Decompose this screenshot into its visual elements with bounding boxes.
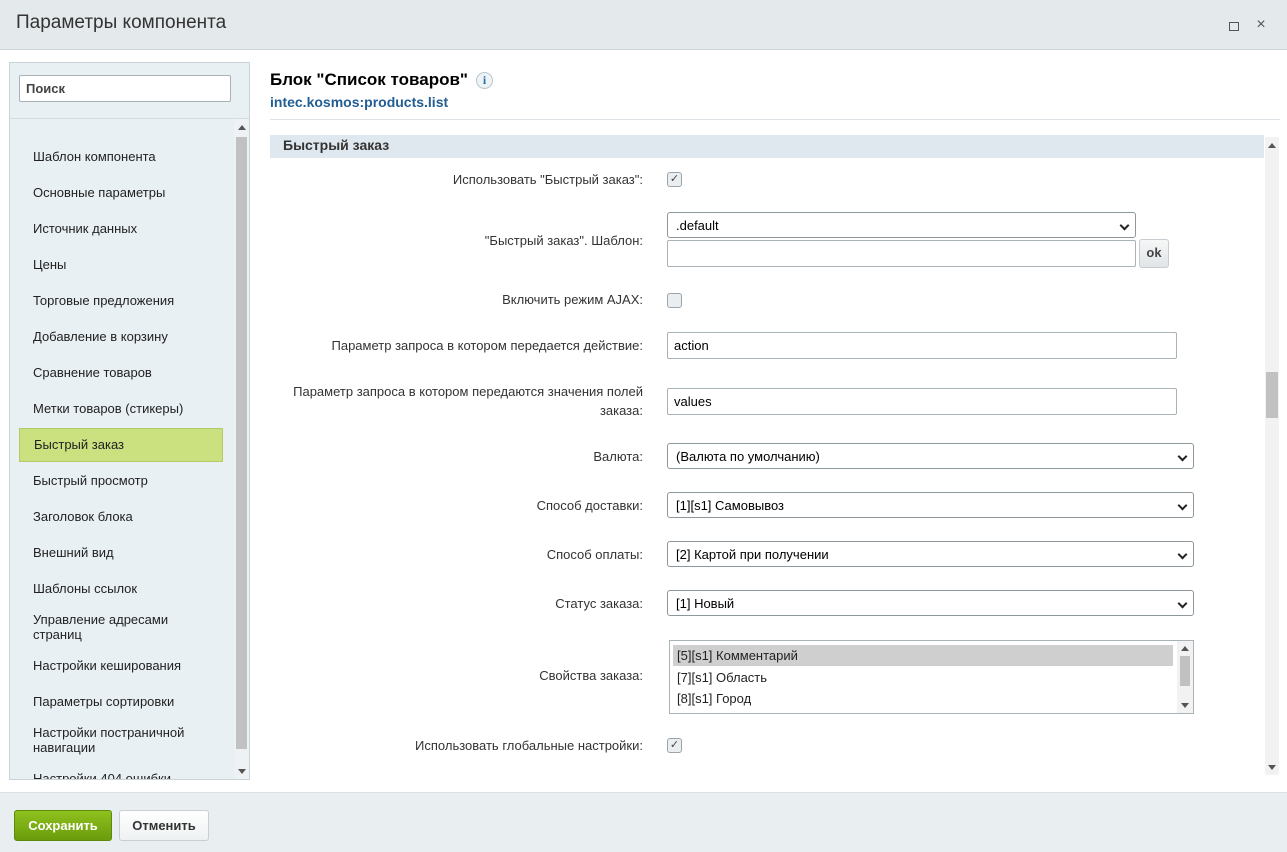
scroll-up-icon[interactable] <box>1181 646 1189 651</box>
quick-order-template-select[interactable]: .default <box>667 212 1136 238</box>
dialog-titlebar: Параметры компонента × <box>0 0 1287 50</box>
sidebar-item-link-templates[interactable]: Шаблоны ссылок <box>19 581 223 596</box>
sidebar-item-data-source[interactable]: Источник данных <box>19 221 223 236</box>
scroll-down-icon[interactable] <box>238 769 246 774</box>
scroll-down-icon[interactable] <box>1181 703 1189 708</box>
main-scroll-thumb[interactable] <box>1266 372 1278 418</box>
currency-label: Валюта: <box>593 449 643 464</box>
action-param-input[interactable]: action <box>667 332 1177 359</box>
sidebar-item-url-management[interactable]: Управление адресами страниц <box>19 612 199 642</box>
sidebar-item-compare[interactable]: Сравнение товаров <box>19 365 223 380</box>
properties-label: Свойства заказа: <box>539 668 643 683</box>
search-input[interactable] <box>19 75 231 102</box>
quick-order-template-label: "Быстрый заказ". Шаблон: <box>484 233 643 248</box>
sidebar-item-template[interactable]: Шаблон компонента <box>19 149 223 164</box>
dialog-title: Параметры компонента <box>16 12 227 33</box>
sidebar-item-basic[interactable]: Основные параметры <box>19 185 223 200</box>
action-param-label: Параметр запроса в котором передается де… <box>331 338 644 353</box>
chevron-down-icon <box>1177 549 1188 560</box>
values-param-input[interactable]: values <box>667 388 1177 415</box>
chevron-down-icon <box>1177 500 1188 511</box>
payment-select[interactable]: [2] Картой при получении <box>667 541 1194 567</box>
list-item[interactable]: [7][s1] Область <box>673 667 1173 688</box>
sidebar-item-appearance[interactable]: Внешний вид <box>19 545 223 560</box>
maximize-icon[interactable] <box>1225 17 1241 33</box>
section-title: Быстрый заказ <box>270 135 1264 158</box>
scroll-down-icon[interactable] <box>1268 765 1276 770</box>
sidebar-item-stickers[interactable]: Метки товаров (стикеры) <box>19 401 223 416</box>
use-quick-order-label: Использовать "Быстрый заказ": <box>452 172 643 187</box>
component-id: intec.kosmos:products.list <box>270 94 449 110</box>
sidebar-item-basket[interactable]: Добавление в корзину <box>19 329 223 344</box>
currency-select[interactable]: (Валюта по умолчанию) <box>667 443 1194 469</box>
use-global-checkbox[interactable]: ✓ <box>667 738 682 753</box>
status-select[interactable]: [1] Новый <box>667 590 1194 616</box>
header-divider <box>270 119 1280 120</box>
ajax-mode-checkbox[interactable] <box>667 293 682 308</box>
chevron-down-icon <box>1177 451 1188 462</box>
delivery-label: Способ доставки: <box>536 498 643 513</box>
use-global-label: Использовать глобальные настройки: <box>415 738 643 753</box>
list-item[interactable]: [5][s1] Комментарий <box>673 645 1173 666</box>
list-item[interactable]: [8][s1] Город <box>673 688 1173 709</box>
quick-order-template-input[interactable] <box>667 240 1136 267</box>
scroll-up-icon[interactable] <box>238 125 246 130</box>
sidebar-scrollbar[interactable] <box>234 119 249 779</box>
quick-order-template-value: .default <box>676 218 719 233</box>
values-param-label: Параметр запроса в котором передаются зн… <box>293 384 643 418</box>
save-button[interactable]: Сохранить <box>14 810 112 841</box>
status-label: Статус заказа: <box>555 596 643 611</box>
component-title: Блок "Список товаров" <box>270 70 468 89</box>
chevron-down-icon <box>1119 220 1130 231</box>
delivery-value: [1][s1] Самовывоз <box>676 498 785 513</box>
close-icon[interactable]: × <box>1253 17 1269 33</box>
sidebar-item-404[interactable]: Настройки 404 ошибки <box>19 771 223 779</box>
sidebar-item-quick-order[interactable]: Быстрый заказ <box>19 428 223 462</box>
sidebar-item-prices[interactable]: Цены <box>19 257 223 272</box>
payment-label: Способ оплаты: <box>546 547 643 562</box>
sidebar: Шаблон компонента Основные параметры Ист… <box>9 62 250 780</box>
component-header: Блок "Список товаров" i intec.kosmos:prod… <box>270 70 493 110</box>
sidebar-divider <box>10 118 249 119</box>
sidebar-item-caching[interactable]: Настройки кеширования <box>19 658 223 673</box>
ok-button[interactable]: ok <box>1139 239 1169 268</box>
sidebar-item-offers[interactable]: Торговые предложения <box>19 293 223 308</box>
status-value: [1] Новый <box>676 596 735 611</box>
properties-scrollbar[interactable] <box>1177 641 1193 713</box>
payment-value: [2] Картой при получении <box>676 547 829 562</box>
cancel-button[interactable]: Отменить <box>119 810 209 841</box>
properties-scroll-thumb[interactable] <box>1180 656 1190 686</box>
ajax-mode-label: Включить режим AJAX: <box>502 292 643 307</box>
scroll-up-icon[interactable] <box>1268 143 1276 148</box>
sidebar-item-quick-view[interactable]: Быстрый просмотр <box>19 473 223 488</box>
currency-value: (Валюта по умолчанию) <box>676 449 820 464</box>
properties-listbox[interactable]: [5][s1] Комментарий [7][s1] Область [8][… <box>669 640 1194 714</box>
sidebar-item-block-header[interactable]: Заголовок блока <box>19 509 223 524</box>
chevron-down-icon <box>1177 598 1188 609</box>
use-quick-order-checkbox[interactable]: ✓ <box>667 172 682 187</box>
sidebar-scroll-thumb[interactable] <box>236 137 247 749</box>
info-icon[interactable]: i <box>475 72 493 89</box>
sidebar-item-pagination[interactable]: Настройки постраничной навигации <box>19 725 199 755</box>
dialog-footer: Сохранить Отменить <box>0 792 1287 852</box>
sidebar-item-sorting[interactable]: Параметры сортировки <box>19 694 223 709</box>
main-scrollbar[interactable] <box>1265 137 1279 775</box>
delivery-select[interactable]: [1][s1] Самовывоз <box>667 492 1194 518</box>
